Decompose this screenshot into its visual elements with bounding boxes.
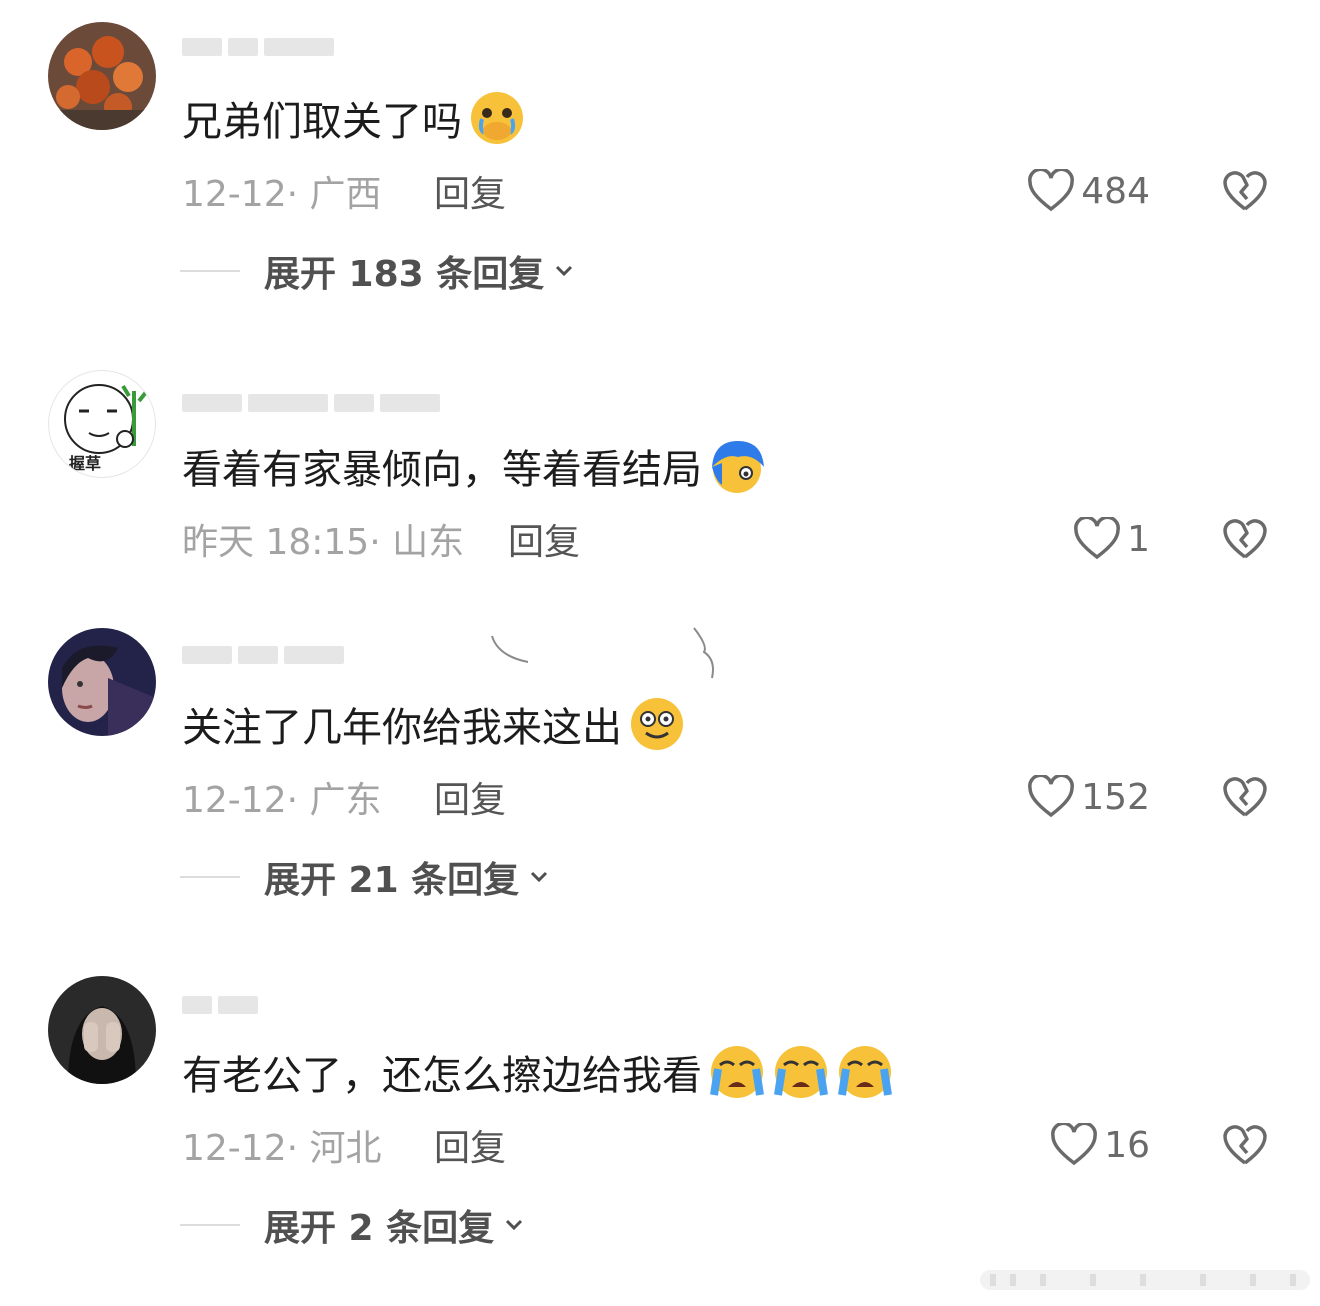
reply-button[interactable]: 回复 [434,1120,506,1170]
like-button[interactable]: 152 [1027,772,1150,822]
chevron-down-icon [506,1219,523,1231]
expand-replies-label: 展开 2 条回复 [264,1208,495,1249]
loudly-crying-emoji-icon [710,1046,764,1098]
like-button[interactable]: 484 [1027,166,1150,216]
dislike-button[interactable] [1220,1120,1270,1170]
comment-text: 看着有家暴倾向，等着看结局 [182,436,766,496]
comment-text: 兄弟们取关了吗 [182,88,526,148]
chevron-down-icon [556,265,573,277]
comment-text-content: 兄弟们取关了吗 [182,99,462,145]
broken-heart-icon [1223,519,1267,559]
watermark-graphic [980,1270,1310,1290]
broken-heart-icon [1223,777,1267,817]
dislike-button[interactable] [1220,514,1270,564]
avatar[interactable] [48,628,156,736]
loudly-crying-emoji-icon [774,1046,828,1098]
expand-replies-button[interactable]: 展开 21 条回复 [180,852,549,902]
dizzy-face-emoji-icon [631,698,683,750]
comment-meta: 12-12· 广东 [182,780,382,821]
dislike-button[interactable] [1220,772,1270,822]
username-redacted[interactable] [182,28,340,63]
comment-meta: 12-12· 广西 [182,174,382,215]
expand-replies-button[interactable]: 展开 183 条回复 [180,246,574,296]
avatar[interactable] [48,22,156,130]
reply-button[interactable]: 回复 [508,514,580,564]
comment-meta: 12-12· 河北 [182,1128,382,1169]
avatar[interactable] [48,976,156,1084]
comment-text-content: 有老公了，还怎么擦边给我看 [182,1053,702,1099]
heart-icon [1051,1123,1098,1166]
comment-text: 有老公了，还怎么擦边给我看 [182,1042,894,1102]
decorative-squiggle-icon [693,627,714,679]
avatar-caption: 握草 [69,454,101,473]
like-count: 484 [1081,170,1150,212]
dislike-button[interactable] [1220,166,1270,216]
divider-line [180,270,240,272]
expand-replies-button[interactable]: 展开 2 条回复 [180,1200,524,1250]
heart-icon [1028,169,1075,212]
username-redacted[interactable] [182,384,446,419]
username-redacted[interactable] [182,986,264,1021]
like-button[interactable]: 1 [1073,514,1150,564]
username-redacted[interactable] [182,636,350,671]
comment-text-content: 关注了几年你给我来这出 [182,705,622,751]
decorative-squiggle-icon [491,635,529,663]
comment-meta: 昨天 18:15· 山东 [182,522,465,563]
heart-icon [1028,775,1075,818]
like-count: 16 [1104,1124,1150,1166]
hand-over-mouth-crying-emoji-icon [471,92,523,144]
comment-text-content: 看着有家暴倾向，等着看结局 [182,447,702,493]
like-count: 1 [1127,518,1150,560]
loudly-crying-emoji-icon [838,1046,892,1098]
divider-line [180,1224,240,1226]
comment-text: 关注了几年你给我来这出 [182,694,686,754]
heart-icon [1074,517,1121,560]
chevron-down-icon [531,871,548,883]
reply-button[interactable]: 回复 [434,772,506,822]
avatar[interactable]: 握草 [48,370,156,478]
broken-heart-icon [1223,171,1267,211]
blue-hair-peeking-emoji-icon [712,441,764,493]
broken-heart-icon [1223,1125,1267,1165]
like-button[interactable]: 16 [1050,1120,1150,1170]
expand-replies-label: 展开 183 条回复 [264,254,545,295]
divider-line [180,876,240,878]
like-count: 152 [1081,776,1150,818]
expand-replies-label: 展开 21 条回复 [264,860,520,901]
reply-button[interactable]: 回复 [434,166,506,216]
